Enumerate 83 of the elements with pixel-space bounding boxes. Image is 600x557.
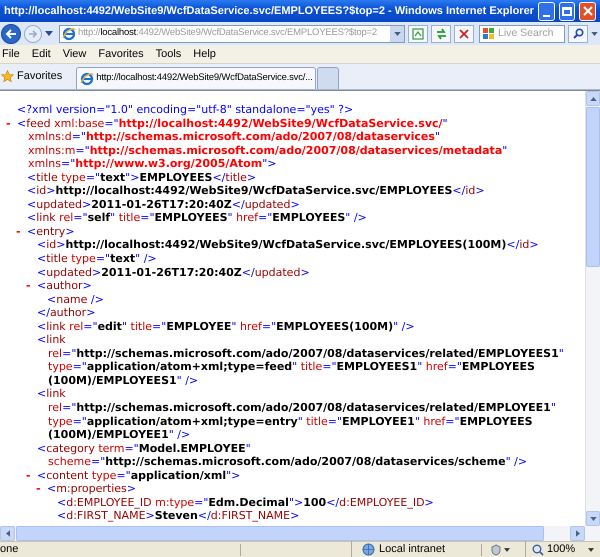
collapse-toggle[interactable]: - [6, 116, 11, 130]
menu-item[interactable]: Tools [150, 46, 188, 62]
xml-line: <d:EMPLOYEE_ID m:type="Edm.Decimal">100</d:EMPLOYEE_ID> [57, 496, 434, 510]
caret-icon [394, 32, 400, 36]
zoom-icon[interactable] [532, 544, 544, 556]
xml-line: xmlns="http://www.w3.org/2005/Atom"> [28, 157, 276, 171]
window-title: http://localhost:4492/WebSite9/WcfDataService.svc/EMPLOYEES?$top=2 - Windows Internet Explorer [4, 4, 534, 19]
xml-line: (100M)/EMPLOYEE1" /> [48, 428, 190, 442]
zoom-level[interactable]: 100% [547, 541, 576, 557]
ie-logo-icon [80, 72, 94, 86]
menu-item[interactable]: View [56, 46, 92, 62]
close-icon [459, 28, 469, 38]
refresh-button[interactable] [431, 24, 451, 42]
xml-line: xmlns:d="http://schemas.microsoft.com/ado/2007/08/dataservices" [28, 130, 440, 144]
xml-line: <id>http://localhost:4492/WebSite9/WcfDataService.svc/EMPLOYEES</id> [27, 184, 485, 198]
close-button[interactable] [579, 2, 596, 20]
xml-line: <category term="Model.EMPLOYEE" [37, 442, 251, 456]
xml-line: <title type="text" /> [37, 252, 157, 266]
xml-line: (100M)/EMPLOYEES1" /> [48, 374, 198, 388]
xml-line: <link [37, 387, 66, 402]
xml-line: <title type="text">EMPLOYEES</title> [27, 170, 256, 184]
menu-item[interactable]: Help [187, 46, 222, 62]
xml-line: type="application/atom+xml;type=feed" title="EMPLOYEES1" href="EMPLOYEES [48, 360, 535, 374]
xml-line: <id>http://localhost:4492/WebSite9/WcfDataService.svc/EMPLOYEES(100M)</id> [37, 238, 539, 252]
collapse-toggle[interactable]: - [16, 224, 21, 238]
page-icon [412, 28, 424, 40]
xml-line: <m:properties> [47, 482, 136, 496]
xml-line: <link rel="self" title="EMPLOYEES" href="EMPLOYEES" /> [27, 211, 367, 225]
vertical-scrollbar[interactable] [585, 91, 600, 526]
stop-button[interactable] [454, 24, 474, 42]
xml-line: <name /> [47, 292, 104, 306]
shield-icon[interactable] [490, 544, 502, 556]
dropdown-button[interactable] [390, 26, 404, 42]
minimize-button[interactable] [538, 2, 555, 20]
refresh-icon [434, 28, 448, 40]
close-icon [582, 6, 593, 16]
up-arrow-icon[interactable] [590, 96, 596, 100]
collapse-toggle[interactable]: - [26, 279, 31, 293]
collapse-toggle[interactable]: - [36, 482, 41, 496]
xml-line: rel="http://schemas.microsoft.com/ado/2007/08/dataservices/related/EMPLOYEES1" [48, 346, 564, 360]
xml-line: type="application/atom+xml;type=entry" title="EMPLOYEE1" href="EMPLOYEES [48, 414, 533, 428]
caret-icon[interactable] [588, 548, 594, 552]
xml-line: <updated>2011-01-26T17:20:40Z</updated> [37, 266, 310, 280]
search-button[interactable] [568, 24, 588, 42]
ie-logo-icon [62, 26, 76, 40]
security-zone: Local intranet [379, 542, 446, 557]
windows-flag-icon [483, 28, 495, 40]
caret-icon[interactable] [591, 32, 598, 36]
collapse-toggle[interactable]: - [26, 468, 31, 482]
xml-line: <link [37, 333, 66, 347]
xml-line: </author> [37, 306, 96, 320]
menu-item[interactable]: Edit [26, 46, 57, 62]
horizontal-scrollbar[interactable] [0, 526, 600, 541]
xml-line: <author> [37, 279, 92, 293]
xml-line: <updated>2011-01-26T17:20:40Z</updated> [27, 198, 300, 212]
xml-line: rel="http://schemas.microsoft.com/ado/2007/08/dataservices/related/EMPLOYEE1" [48, 401, 556, 415]
xml-line: <feed xml:base="http://localhost:4492/WebSite9/WcfDataService.svc/" [17, 116, 448, 130]
xml-line: <entry> [27, 224, 75, 238]
down-arrow-icon[interactable] [590, 516, 596, 520]
xml-line: <d:FIRST_NAME>Steven</d:FIRST_NAME> [57, 509, 300, 523]
xml-line: xmlns:m="http://schemas.microsoft.com/ado/2007/08/dataservices/metadata" [28, 144, 508, 158]
xml-line: <content type="application/xml"> [37, 468, 240, 482]
right-arrow-icon[interactable] [576, 530, 580, 537]
menu-item[interactable]: Favorites [92, 46, 150, 62]
globe-icon [362, 543, 375, 556]
status-text: one [0, 542, 20, 557]
maximize-button[interactable] [558, 2, 576, 20]
menu-item[interactable]: File [0, 46, 26, 62]
search-icon [572, 28, 584, 39]
star-icon [1, 70, 14, 83]
back-arrow-icon [5, 28, 17, 38]
caret-icon[interactable] [504, 548, 510, 552]
xml-line: scheme="http://schemas.microsoft.com/ado/2007/08/dataservices/scheme" /> [48, 455, 528, 469]
back-button[interactable] [1, 24, 21, 44]
xml-line: <?xml version="1.0" encoding="utf-8" standalone="yes" ?> [17, 103, 354, 117]
left-arrow-icon[interactable] [6, 530, 10, 537]
forward-arrow-icon [28, 30, 38, 38]
browser-tab[interactable]: http://localhost:4492/WebSite9/WcfDataService.svc/... [76, 67, 316, 89]
xml-line: <link rel="edit" title="EMPLOYEE" href="EMPLOYEES(100M)" /> [37, 320, 415, 334]
address-field[interactable]: http://localhost:4492/WebSite9/WcfDataService.svc/EMPLOYEES?$top=2 [59, 24, 405, 42]
caret-icon[interactable] [45, 31, 53, 36]
compatibility-button[interactable] [408, 24, 428, 42]
favorites-button[interactable]: Favorites [0, 68, 62, 85]
